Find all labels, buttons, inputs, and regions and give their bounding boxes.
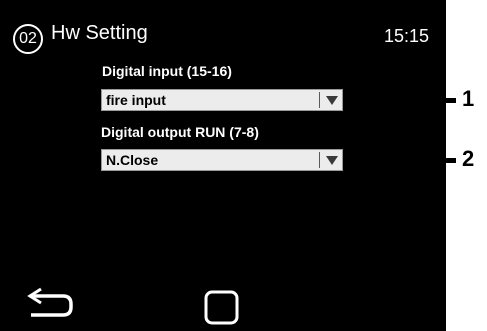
digital-output-label: Digital output RUN (7-8) (101, 124, 259, 140)
digital-input-label: Digital input (15-16) (102, 63, 232, 79)
screen-number-badge: 02 (13, 24, 43, 54)
digital-input-dropdown[interactable]: fire input (101, 89, 343, 111)
back-arrow-icon (27, 287, 73, 317)
home-button[interactable] (203, 289, 241, 327)
chevron-down-icon (326, 96, 338, 105)
callout-line-1 (383, 98, 456, 103)
digital-output-value: N.Close (106, 152, 159, 168)
clock: 15:15 (384, 26, 430, 46)
page-title: Hw Setting (51, 22, 148, 44)
digital-output-dropdown[interactable]: N.Close (101, 149, 343, 171)
digital-input-value: fire input (106, 92, 166, 108)
callout-line-2 (383, 158, 456, 163)
back-button[interactable] (25, 285, 75, 323)
dropdown-separator (319, 92, 320, 108)
dropdown-separator (319, 152, 320, 168)
device-screen: 02 Hw Setting 15:15 Digital input (15-16… (0, 0, 446, 331)
chevron-down-icon (326, 156, 338, 165)
callout-number-2: 2 (462, 146, 475, 171)
square-home-icon (204, 290, 239, 325)
callout-number-1: 1 (462, 86, 475, 111)
